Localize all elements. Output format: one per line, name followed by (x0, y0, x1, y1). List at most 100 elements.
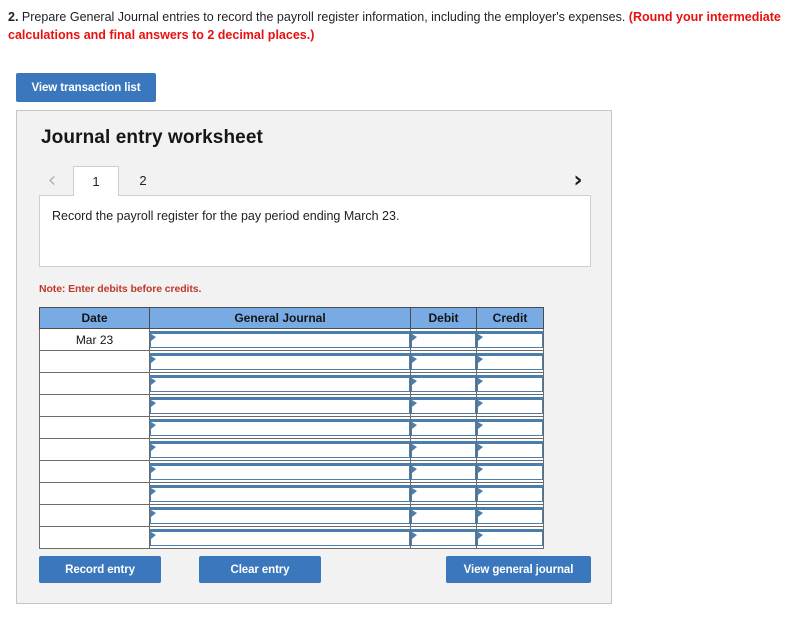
journal-credit-input[interactable] (477, 375, 543, 392)
column-header-debit: Debit (410, 307, 477, 329)
journal-debit-input-cell (410, 526, 477, 549)
journal-credit-input-cell (476, 350, 544, 373)
journal-account-input-cell (149, 504, 411, 527)
journal-account-input-cell (149, 328, 411, 351)
journal-table-container: Date General Journal Debit Credit Mar 23 (39, 307, 544, 549)
general-journal-table: Date General Journal Debit Credit Mar 23 (39, 307, 544, 549)
table-header-row: Date General Journal Debit Credit (39, 307, 544, 329)
view-general-journal-button[interactable]: View general journal (446, 556, 591, 583)
journal-credit-input[interactable] (477, 463, 543, 480)
journal-account-input-cell (149, 416, 411, 439)
question-number: 2. (8, 10, 19, 24)
question-prompt: 2. Prepare General Journal entries to re… (8, 8, 800, 44)
journal-debit-input[interactable] (411, 485, 476, 502)
journal-account-input-cell (149, 460, 411, 483)
journal-account-input[interactable] (150, 441, 410, 458)
journal-debit-input-cell (410, 460, 477, 483)
journal-debit-input[interactable] (411, 441, 476, 458)
journal-credit-input[interactable] (477, 485, 543, 502)
journal-credit-input-cell (476, 438, 544, 461)
clear-entry-button[interactable]: Clear entry (199, 556, 321, 583)
journal-date-cell[interactable] (39, 482, 150, 505)
journal-account-input-cell (149, 394, 411, 417)
journal-account-input-cell (149, 438, 411, 461)
journal-debit-input[interactable] (411, 529, 476, 546)
chevron-left-icon[interactable]: ‹ (39, 166, 65, 196)
journal-account-input[interactable] (150, 529, 410, 546)
journal-debit-input-cell (410, 504, 477, 527)
column-header-credit: Credit (476, 307, 544, 329)
journal-credit-input[interactable] (477, 419, 543, 436)
worksheet-tab-1[interactable]: 1 (73, 166, 119, 196)
record-entry-button[interactable]: Record entry (39, 556, 161, 583)
journal-account-input[interactable] (150, 419, 410, 436)
journal-credit-input-cell (476, 482, 544, 505)
view-transaction-list-button[interactable]: View transaction list (16, 73, 156, 102)
journal-credit-input-cell (476, 416, 544, 439)
journal-date-cell[interactable]: Mar 23 (39, 328, 150, 351)
journal-account-input[interactable] (150, 463, 410, 480)
journal-credit-input-cell (476, 460, 544, 483)
journal-credit-input-cell (476, 504, 544, 527)
journal-account-input-cell (149, 482, 411, 505)
journal-date-cell[interactable] (39, 372, 150, 395)
journal-debit-input-cell (410, 350, 477, 373)
journal-account-input[interactable] (150, 331, 410, 348)
journal-date-cell[interactable] (39, 416, 150, 439)
journal-credit-input[interactable] (477, 353, 543, 370)
journal-date-cell[interactable] (39, 460, 150, 483)
journal-debit-input[interactable] (411, 331, 476, 348)
journal-account-input[interactable] (150, 397, 410, 414)
table-row (39, 394, 544, 417)
journal-debit-input-cell (410, 372, 477, 395)
journal-date-cell[interactable] (39, 438, 150, 461)
transaction-description-box: Record the payroll register for the pay … (39, 195, 591, 267)
column-header-general-journal: General Journal (149, 307, 411, 329)
journal-credit-input[interactable] (477, 331, 543, 348)
journal-account-input-cell (149, 350, 411, 373)
journal-credit-input-cell (476, 372, 544, 395)
journal-date-cell[interactable] (39, 526, 150, 549)
journal-account-input-cell (149, 372, 411, 395)
journal-debit-input[interactable] (411, 419, 476, 436)
journal-credit-input[interactable] (477, 441, 543, 458)
chevron-right-icon[interactable]: › (565, 166, 591, 196)
worksheet-tab-2[interactable]: 2 (120, 166, 166, 196)
journal-date-cell[interactable] (39, 394, 150, 417)
table-row (39, 416, 544, 439)
journal-credit-input[interactable] (477, 529, 543, 546)
question-text: Prepare General Journal entries to recor… (18, 10, 629, 24)
table-row: Mar 23 (39, 328, 544, 351)
journal-table-body: Mar 23 (39, 328, 544, 549)
journal-account-input-cell (149, 526, 411, 549)
journal-debit-input[interactable] (411, 375, 476, 392)
table-row (39, 526, 544, 549)
table-row (39, 350, 544, 373)
journal-date-cell[interactable] (39, 504, 150, 527)
journal-debit-input-cell (410, 482, 477, 505)
journal-account-input[interactable] (150, 353, 410, 370)
table-row (39, 482, 544, 505)
journal-debit-input[interactable] (411, 353, 476, 370)
worksheet-tab-strip: ‹ 1 2 › (39, 166, 591, 196)
journal-account-input[interactable] (150, 507, 410, 524)
journal-debit-input[interactable] (411, 463, 476, 480)
transaction-description-text: Record the payroll register for the pay … (52, 209, 400, 223)
journal-debit-input-cell (410, 416, 477, 439)
journal-credit-input[interactable] (477, 507, 543, 524)
journal-debit-input-cell (410, 328, 477, 351)
journal-credit-input[interactable] (477, 397, 543, 414)
journal-date-cell[interactable] (39, 350, 150, 373)
table-row (39, 504, 544, 527)
table-row (39, 372, 544, 395)
journal-debit-input[interactable] (411, 397, 476, 414)
journal-credit-input-cell (476, 526, 544, 549)
table-row (39, 438, 544, 461)
journal-debit-input[interactable] (411, 507, 476, 524)
journal-account-input[interactable] (150, 375, 410, 392)
journal-entry-worksheet-panel: Journal entry worksheet ‹ 1 2 › Record t… (16, 110, 612, 604)
journal-account-input[interactable] (150, 485, 410, 502)
table-row (39, 460, 544, 483)
column-header-date: Date (39, 307, 150, 329)
worksheet-title: Journal entry worksheet (41, 127, 263, 148)
